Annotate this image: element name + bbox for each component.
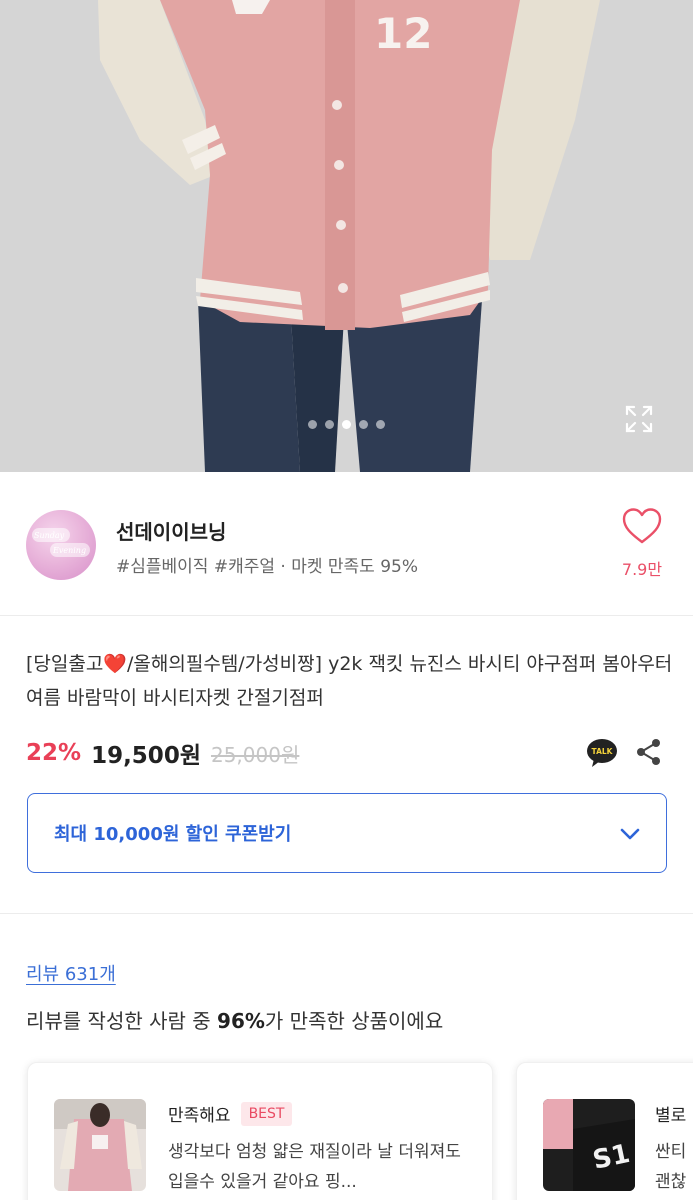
svg-text:TALK: TALK bbox=[592, 747, 614, 756]
carousel-indicator bbox=[0, 420, 693, 429]
svg-text:12: 12 bbox=[374, 9, 432, 58]
review-card[interactable]: 만족해요 BEST 생각보다 엄청 얇은 재질이라 날 더워져도 입을수 있을거… bbox=[27, 1062, 493, 1200]
original-price: 25,000원 bbox=[210, 742, 300, 767]
chevron-down-icon bbox=[620, 828, 640, 840]
title-prefix: [당일출고 bbox=[26, 653, 104, 675]
review-text-line: 괜찮 bbox=[655, 1172, 687, 1192]
product-image-carousel[interactable]: 12 bbox=[0, 0, 693, 472]
summary-prefix: 리뷰를 작성한 사람 중 bbox=[26, 1009, 218, 1033]
satisfaction-percent: 96% bbox=[217, 1009, 265, 1033]
like-count: 7.9만 bbox=[621, 560, 663, 579]
carousel-dot[interactable] bbox=[308, 420, 317, 429]
price-row: 22% 19,500원 25,000원 bbox=[26, 733, 299, 773]
heart-icon bbox=[622, 508, 662, 544]
review-header: 만족해요 BEST bbox=[168, 1101, 293, 1126]
sale-price: 19,500원 bbox=[91, 743, 201, 769]
review-photo[interactable]: S1 bbox=[543, 1099, 635, 1191]
review-text: 생각보다 엄청 얇은 재질이라 날 더워져도 입을수 있을거 같아요 핑... bbox=[168, 1142, 461, 1192]
seller-logo[interactable]: Sunday Evening bbox=[26, 510, 96, 580]
like-button[interactable]: 7.9만 bbox=[612, 508, 672, 588]
logo-text: Sunday bbox=[34, 531, 65, 540]
fullscreen-button[interactable] bbox=[624, 404, 658, 438]
product-info: [당일출고❤️/올해의필수템/가성비짱] y2k 잭킷 뉴진스 바시티 야구점퍼… bbox=[0, 617, 693, 913]
review-section: 리뷰 631개 리뷰를 작성한 사람 중 96%가 만족한 상품이에요 만족해요… bbox=[0, 914, 693, 1200]
share-icon bbox=[637, 739, 660, 765]
carousel-dot[interactable] bbox=[376, 420, 385, 429]
discount-rate: 22% bbox=[26, 740, 82, 766]
expand-icon bbox=[625, 405, 653, 433]
review-count-link[interactable]: 리뷰 631개 bbox=[26, 960, 116, 986]
best-badge: BEST bbox=[240, 1101, 293, 1126]
coupon-label: 최대 10,000원 할인 쿠폰받기 bbox=[54, 824, 292, 845]
summary-suffix: 가 만족한 상품이에요 bbox=[264, 1009, 444, 1033]
seller-name[interactable]: 선데이이브닝 bbox=[116, 516, 226, 545]
review-photo[interactable] bbox=[54, 1099, 146, 1191]
talk-icon: TALK bbox=[587, 739, 617, 767]
seller-info[interactable]: Sunday Evening 선데이이브닝 #심플베이직 #캐주얼 · 마켓 만… bbox=[0, 472, 693, 616]
logo-text: Evening bbox=[53, 546, 87, 555]
carousel-dot[interactable] bbox=[325, 420, 334, 429]
share-button[interactable] bbox=[632, 735, 666, 769]
review-text-line: 싼티 bbox=[655, 1142, 687, 1162]
heart-emoji: ❤️ bbox=[103, 653, 128, 675]
product-photo: 12 bbox=[0, 0, 693, 472]
review-text: 싼티 괜찮 bbox=[655, 1137, 693, 1197]
review-card[interactable]: S1 별로 싼티 괜찮 bbox=[516, 1062, 693, 1200]
review-rating: 별로 bbox=[655, 1106, 687, 1126]
seller-tags: #심플베이직 #캐주얼 · 마켓 만족도 95% bbox=[116, 557, 419, 577]
coupon-button[interactable]: 최대 10,000원 할인 쿠폰받기 bbox=[27, 793, 667, 873]
carousel-dot[interactable] bbox=[359, 420, 368, 429]
review-summary: 리뷰를 작성한 사람 중 96%가 만족한 상품이에요 bbox=[26, 1005, 443, 1034]
review-rating: 만족해요 bbox=[168, 1106, 231, 1126]
product-title: [당일출고❤️/올해의필수템/가성비짱] y2k 잭킷 뉴진스 바시티 야구점퍼… bbox=[26, 647, 676, 715]
review-header: 별로 bbox=[655, 1101, 693, 1126]
carousel-dot-active[interactable] bbox=[342, 420, 351, 429]
kakao-talk-button[interactable]: TALK bbox=[586, 737, 618, 769]
